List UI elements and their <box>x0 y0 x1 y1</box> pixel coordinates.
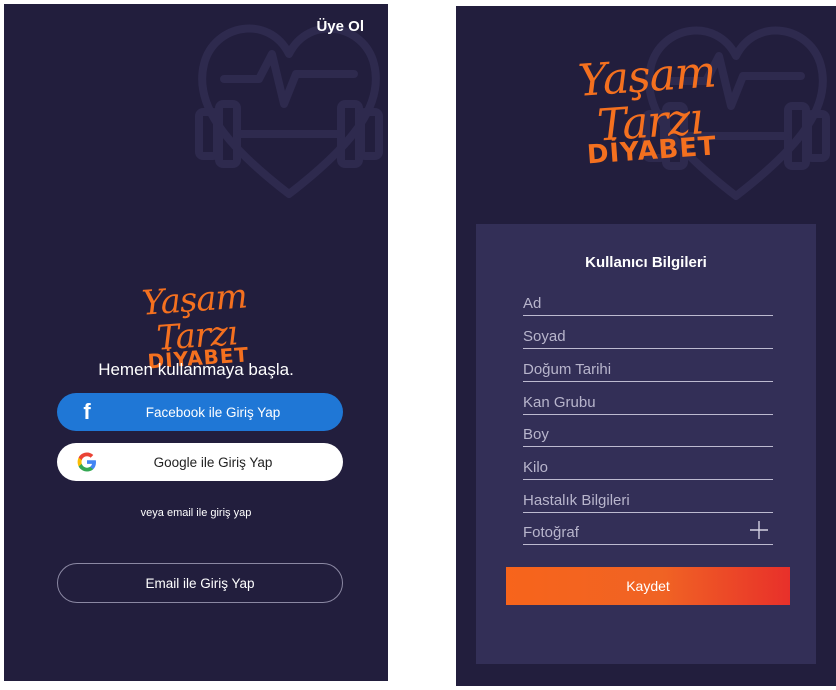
tagline: Hemen kullanmaya başla. <box>98 360 294 379</box>
facebook-login-button[interactable]: f Facebook ile Giriş Yap <box>57 393 343 431</box>
surname-field[interactable]: Soyad <box>523 318 773 349</box>
blood-type-field[interactable]: Kan Grubu <box>523 384 773 415</box>
save-button-label: Kaydet <box>626 578 670 594</box>
height-field[interactable]: Boy <box>523 416 773 447</box>
field-placeholder: Doğum Tarihi <box>523 361 612 378</box>
facebook-icon: f <box>83 399 91 424</box>
login-screen: Üye Ol Yaşam Tarzı DİYABET Hemen kullanm… <box>4 4 388 681</box>
weight-field[interactable]: Kilo <box>523 449 773 480</box>
alt-login-text: veya email ile giriş yap <box>140 507 252 519</box>
user-info-form: Kullanıcı Bilgileri Ad Soyad Doğum Tarih… <box>476 224 816 664</box>
plus-icon[interactable] <box>749 520 769 540</box>
field-placeholder: Fotoğraf <box>523 524 579 541</box>
email-login-button[interactable]: Email ile Giriş Yap <box>57 563 343 603</box>
user-info-screen: Yaşam Tarzı DİYABET Kullanıcı Bilgileri … <box>456 6 836 686</box>
google-login-button[interactable]: Google ile Giriş Yap <box>57 443 343 481</box>
field-placeholder: Boy <box>523 426 549 443</box>
field-placeholder: Kilo <box>523 459 549 476</box>
health-info-field[interactable]: Hastalık Bilgileri <box>523 482 773 513</box>
birth-date-field[interactable]: Doğum Tarihi <box>523 351 773 382</box>
signup-link[interactable]: Üye Ol <box>316 18 364 35</box>
field-placeholder: Ad <box>523 295 542 312</box>
form-title: Kullanıcı Bilgileri <box>585 254 707 271</box>
email-login-label: Email ile Giriş Yap <box>145 575 255 591</box>
name-field[interactable]: Ad <box>523 285 773 316</box>
save-button[interactable]: Kaydet <box>506 567 790 605</box>
facebook-login-label: Facebook ile Giriş Yap <box>145 404 281 420</box>
google-login-label: Google ile Giriş Yap <box>153 454 273 470</box>
app-logo: Yaşam Tarzı DİYABET <box>530 46 767 172</box>
field-placeholder: Kan Grubu <box>523 394 596 411</box>
google-icon <box>75 450 99 474</box>
field-placeholder: Hastalık Bilgileri <box>523 492 630 509</box>
field-placeholder: Soyad <box>523 328 566 345</box>
photo-field[interactable]: Fotoğraf <box>523 514 773 545</box>
